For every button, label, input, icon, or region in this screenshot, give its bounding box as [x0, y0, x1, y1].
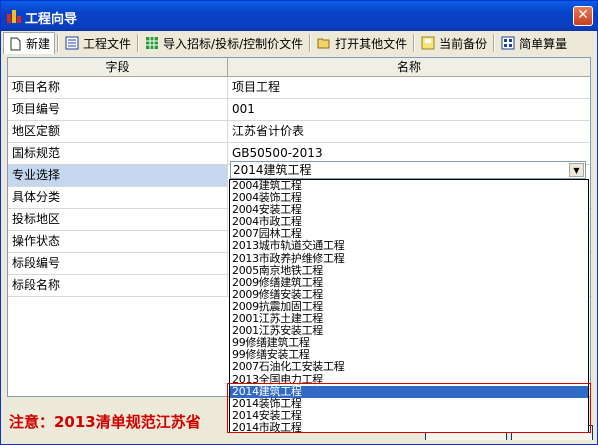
field-value[interactable]: 江苏省计价表: [228, 121, 590, 142]
folder-open-icon: [317, 38, 330, 49]
toolbar-import-button[interactable]: 导入招标/投标/控制价文件: [141, 33, 307, 53]
field-label: 专业选择: [8, 165, 228, 186]
dropdown-option[interactable]: 2007石油化工安装工程: [230, 361, 588, 373]
table-row[interactable]: 地区定额 江苏省计价表: [8, 121, 590, 143]
table-row[interactable]: 项目名称 项目工程: [8, 77, 590, 99]
toolbar-backup-label: 当前备份: [439, 36, 488, 51]
header-field[interactable]: 字段: [8, 58, 228, 76]
toolbar-project-file-label: 工程文件: [83, 36, 132, 51]
toolbar-backup-button[interactable]: 当前备份: [417, 33, 491, 53]
field-label: 具体分类: [8, 187, 228, 208]
dropdown-option[interactable]: 2013城市轨道交通工程: [230, 240, 588, 252]
field-label: 项目名称: [8, 77, 228, 98]
new-file-icon: [10, 37, 21, 50]
dropdown-option[interactable]: 2014建筑工程: [230, 385, 588, 398]
window-title: 工程向导: [25, 12, 78, 27]
dropdown-option[interactable]: 2013市政养护维修工程: [230, 252, 588, 265]
toolbar-simple-calc-label: 简单算量: [519, 36, 568, 51]
dropdown-option[interactable]: 2013全国电力工程: [230, 373, 588, 386]
dropdown-option[interactable]: 2014装饰工程: [230, 397, 588, 410]
backup-icon: [421, 36, 435, 50]
toolbar-separator: [309, 34, 312, 52]
field-value[interactable]: 项目工程: [228, 77, 590, 98]
list-icon: [65, 36, 79, 50]
toolbar: 新建 工程文件 导入招标/投标/控制价文件 打开其他文件 当前备份 简单算量: [3, 32, 597, 54]
chevron-down-icon[interactable]: ▼: [569, 163, 584, 177]
field-label: 标段编号: [8, 253, 228, 274]
project-wizard-window: 工程向导 ✕ 新建 工程文件 导入招标/投标/控制价文件 打开其他文件 当前备份: [0, 0, 598, 445]
toolbar-separator: [57, 34, 60, 52]
toolbar-open-other-label: 打开其他文件: [335, 36, 408, 51]
title-bar[interactable]: 工程向导 ✕: [1, 1, 597, 31]
toolbar-new-label: 新建: [26, 37, 51, 51]
toolbar-open-other-button[interactable]: 打开其他文件: [313, 33, 411, 53]
specialty-select[interactable]: 2014建筑工程 ▼: [230, 161, 586, 179]
dropdown-option[interactable]: 2005南京地铁工程: [230, 264, 588, 277]
calc-icon: [501, 36, 515, 50]
field-label: 投标地区: [8, 209, 228, 230]
table-row[interactable]: 项目编号 001: [8, 99, 590, 121]
specialty-select-value: 2014建筑工程: [233, 163, 312, 177]
import-grid-icon: [146, 37, 159, 49]
specialty-dropdown-list[interactable]: 2004建筑工程 2004装饰工程 2004安装工程 2004市政工程 2007园林工程…: [229, 179, 589, 433]
field-label: 地区定额: [8, 121, 228, 142]
field-label: 标段名称: [8, 275, 228, 296]
toolbar-import-label: 导入招标/投标/控制价文件: [163, 36, 304, 51]
close-button[interactable]: ✕: [573, 6, 593, 26]
app-building-icon: [7, 10, 21, 23]
notice-text: 注意：2013清单规范江苏省: [9, 413, 201, 431]
dropdown-option[interactable]: 2014市政工程: [230, 421, 588, 432]
toolbar-separator: [413, 34, 416, 52]
toolbar-project-file-button[interactable]: 工程文件: [61, 33, 135, 53]
field-label: 操作状态: [8, 231, 228, 252]
grid-header: 字段 名称: [8, 58, 590, 77]
toolbar-separator: [493, 34, 496, 52]
field-value[interactable]: 001: [228, 99, 590, 120]
header-name[interactable]: 名称: [228, 58, 590, 76]
field-label: 项目编号: [8, 99, 228, 120]
toolbar-separator: [137, 34, 140, 52]
toolbar-simple-calc-button[interactable]: 简单算量: [497, 33, 571, 53]
field-label: 国标规范: [8, 143, 228, 164]
toolbar-new-button[interactable]: 新建: [3, 32, 56, 54]
